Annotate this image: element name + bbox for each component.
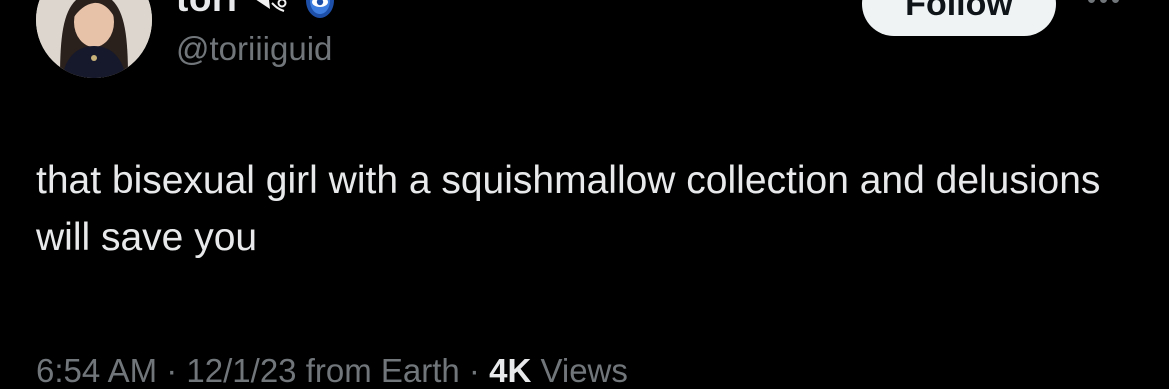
tweet-time[interactable]: 6:54 AM: [36, 352, 157, 389]
hamsa-eye-icon: [300, 0, 340, 20]
avatar-image: [36, 0, 152, 78]
user-handle[interactable]: @toriiiguid: [176, 30, 332, 68]
views-label: Views: [540, 352, 628, 389]
more-dot: [1100, 0, 1107, 3]
user-name-row: tori: [176, 0, 340, 22]
tweet-date[interactable]: 12/1/23: [186, 352, 296, 389]
tweet-text: that bisexual girl with a squishmallow c…: [36, 159, 1101, 259]
more-dot: [1112, 0, 1119, 3]
meta-separator: ·: [468, 352, 480, 389]
more-dot: [1088, 0, 1095, 3]
views-count[interactable]: 4K: [489, 352, 531, 389]
tweet-source: from Earth: [305, 352, 460, 389]
meta-separator: ·: [166, 352, 178, 389]
tweet-meta: 6:54 AM · 12/1/23 from Earth · 4K Views: [36, 352, 628, 389]
follow-button[interactable]: Follow: [862, 0, 1056, 36]
avatar[interactable]: [36, 0, 152, 78]
display-name[interactable]: tori: [176, 0, 238, 20]
bouquet-emoji-icon: [248, 0, 290, 17]
more-dots-icon[interactable]: [1088, 0, 1119, 3]
